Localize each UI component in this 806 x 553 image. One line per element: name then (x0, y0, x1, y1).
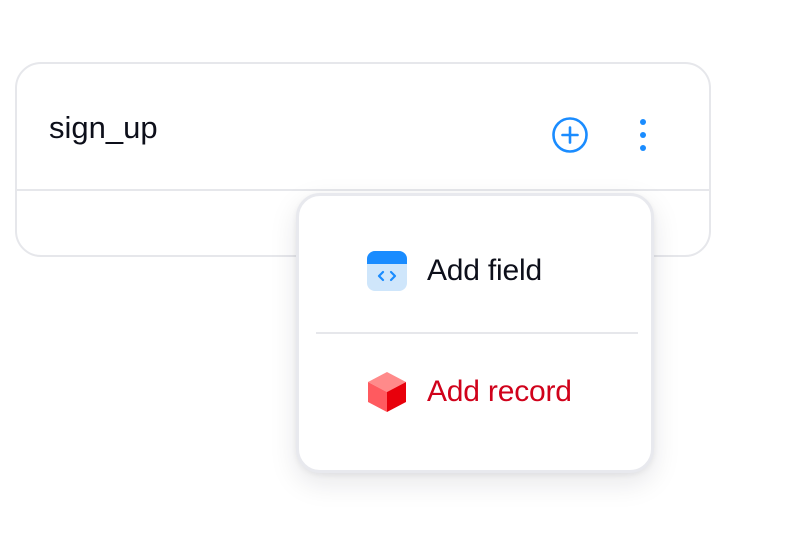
table-card-header: sign_up (17, 64, 709, 191)
plus-circle-icon (550, 115, 590, 158)
add-button[interactable] (550, 116, 590, 156)
menu-item-label: Add field (427, 254, 542, 287)
add-dropdown-menu: Add field Add record (296, 193, 654, 473)
menu-item-add-record[interactable]: Add record (299, 327, 651, 457)
table-title: sign_up (49, 110, 158, 145)
menu-item-add-field[interactable]: Add field (299, 206, 651, 336)
more-options-button[interactable] (627, 116, 659, 156)
cube-icon (366, 371, 408, 413)
menu-item-label: Add record (427, 375, 572, 408)
code-field-icon (366, 250, 408, 292)
vertical-dots-icon (637, 118, 649, 155)
canvas: sign_up Add field Add record (0, 0, 806, 553)
